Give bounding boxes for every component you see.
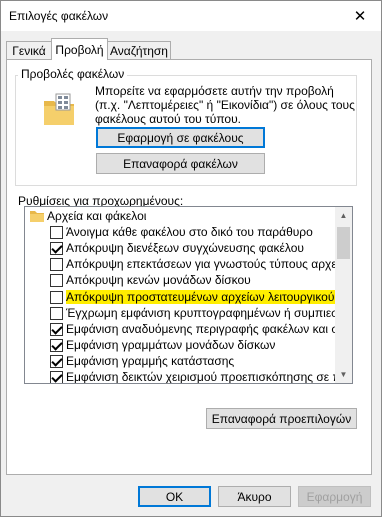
checkbox[interactable] — [50, 274, 63, 287]
reset-folders-label: Επαναφορά φακέλων — [123, 156, 238, 171]
checkbox[interactable] — [50, 371, 63, 383]
scroll-up-icon[interactable]: ▲ — [335, 207, 352, 224]
list-item[interactable]: Άνοιγμα κάθε φακέλου στο δικό του παράθυ… — [25, 224, 335, 240]
ok-button[interactable]: OK — [138, 486, 211, 507]
checkbox[interactable] — [50, 242, 63, 255]
list-item[interactable]: Απόκρυψη επεκτάσεων για γνωστούς τύπους … — [25, 256, 335, 272]
list-item-label: Εμφάνιση γραμμής κατάστασης — [66, 354, 235, 368]
list-item[interactable]: Έγχρωμη εμφάνιση κρυπτογραφημένων ή συμπ… — [25, 305, 335, 321]
checkbox[interactable] — [50, 339, 63, 352]
list-item-label: Απόκρυψη προστατευμένων αρχείων λειτουργ… — [66, 290, 335, 304]
list-item-label: Απόκρυψη κενών μονάδων δίσκου — [66, 273, 251, 287]
list-item[interactable]: Εμφάνιση δεικτών χειρισμού προεπισκόπηση… — [25, 369, 335, 384]
tab-search[interactable]: Αναζήτηση — [107, 41, 171, 60]
apply-to-folders-label: Εφαρμογή σε φακέλους — [117, 130, 244, 145]
folder-views-description: Μπορείτε να εφαρμόσετε αυτήν την προβολή… — [95, 84, 355, 126]
cancel-button[interactable]: Άκυρο — [218, 486, 291, 507]
list-item-label: Απόκρυψη επεκτάσεων για γνωστούς τύπους … — [66, 257, 335, 271]
checkbox[interactable] — [50, 226, 63, 239]
list-item-label: Εμφάνιση γραμμάτων μονάδων δίσκων — [66, 338, 276, 352]
cancel-label: Άκυρο — [237, 489, 272, 504]
folder-views-legend: Προβολές φακέλων — [18, 67, 128, 81]
list-item[interactable]: Εμφάνιση γραμμής κατάστασης — [25, 353, 335, 369]
apply-button[interactable]: Εφαρμογή — [298, 486, 371, 507]
apply-to-folders-button[interactable]: Εφαρμογή σε φακέλους — [96, 127, 265, 148]
checkbox[interactable] — [50, 323, 63, 336]
tree-node-files-and-folders[interactable]: Αρχεία και φάκελοι — [25, 208, 335, 224]
list-item-highlighted[interactable]: Απόκρυψη προστατευμένων αρχείων λειτουργ… — [25, 289, 335, 305]
advanced-settings-list[interactable]: Αρχεία και φάκελοι Άνοιγμα κάθε φακέλου … — [24, 206, 353, 384]
list-item[interactable]: Εμφάνιση γραμμάτων μονάδων δίσκων — [25, 337, 335, 353]
folder-view-icon — [42, 93, 76, 127]
scroll-thumb[interactable] — [337, 227, 350, 259]
tab-general-label: Γενικά — [12, 44, 46, 58]
list-item[interactable]: Εμφάνιση αναδυόμενης περιγραφής φακέλων … — [25, 321, 335, 337]
list-item[interactable]: Απόκρυψη κενών μονάδων δίσκου — [25, 272, 335, 288]
tree-node-label: Αρχεία και φάκελοι — [47, 209, 147, 223]
tab-view-label: Προβολή — [55, 42, 104, 57]
list-item[interactable]: Απόκρυψη διενέξεων συγχώνευσης φακέλου — [25, 240, 335, 256]
apply-label: Εφαρμογή — [306, 489, 363, 504]
checkbox[interactable] — [50, 307, 63, 320]
title-bar: Επιλογές φακέλων ✕ — [1, 1, 381, 31]
list-item-label: Άνοιγμα κάθε φακέλου στο δικό του παράθυ… — [66, 225, 313, 239]
scroll-down-icon[interactable]: ▼ — [335, 366, 352, 383]
tab-search-label: Αναζήτηση — [110, 44, 168, 58]
tab-general[interactable]: Γενικά — [6, 41, 52, 60]
list-item-label: Έγχρωμη εμφάνιση κρυπτογραφημένων ή συμπ… — [66, 306, 335, 320]
ok-label: OK — [165, 489, 184, 504]
checkbox[interactable] — [50, 355, 63, 368]
close-icon: ✕ — [353, 8, 367, 25]
checkbox[interactable] — [50, 291, 63, 304]
reset-folders-button[interactable]: Επαναφορά φακέλων — [96, 153, 265, 174]
close-button[interactable]: ✕ — [339, 1, 381, 31]
tab-view[interactable]: Προβολή — [51, 38, 108, 60]
checkbox[interactable] — [50, 258, 63, 271]
vertical-scrollbar[interactable]: ▲ ▼ — [335, 207, 352, 383]
list-item-label: Απόκρυψη διενέξεων συγχώνευσης φακέλου — [66, 241, 304, 255]
restore-defaults-button[interactable]: Επαναφορά προεπιλογών — [206, 408, 357, 429]
list-item-label: Εμφάνιση δεικτών χειρισμού προεπισκόπηση… — [66, 370, 335, 384]
restore-defaults-label: Επαναφορά προεπιλογών — [211, 411, 352, 426]
folder-icon — [30, 211, 44, 222]
window-title: Επιλογές φακέλων — [9, 9, 109, 23]
list-item-label: Εμφάνιση αναδυόμενης περιγραφής φακέλων … — [66, 322, 335, 336]
